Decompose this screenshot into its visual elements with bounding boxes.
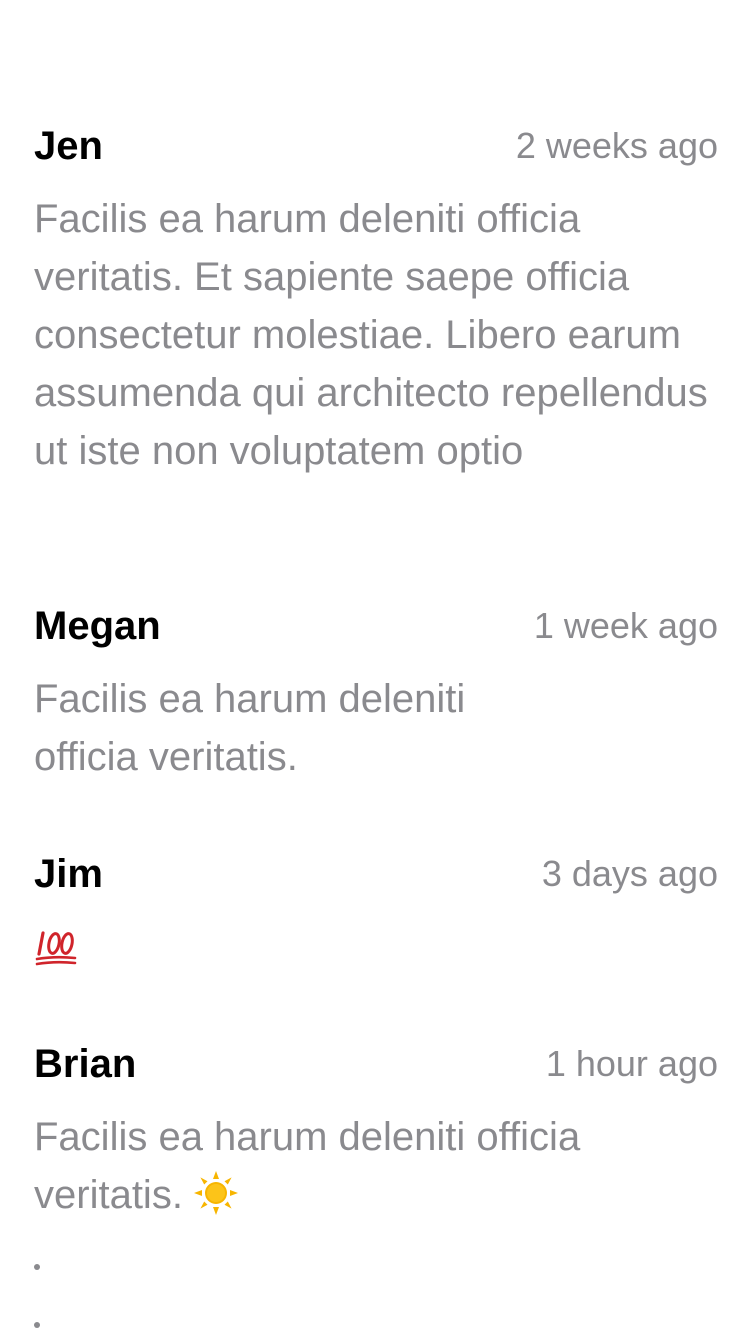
ellipsis-dot	[34, 1322, 40, 1328]
hundred-points-icon	[35, 931, 77, 966]
comment-text: Facilis ea harum deleniti officia verita…	[34, 197, 719, 473]
comment-header: Megan 1 week ago	[34, 598, 718, 654]
comment-timestamp: 1 week ago	[533, 605, 718, 646]
comment-feed: Jen 2 weeks ago Facilis ea harum delenit…	[0, 0, 750, 1334]
comment-timestamp: 2 weeks ago	[515, 125, 718, 166]
comment-timestamp: 3 days ago	[541, 853, 718, 894]
comment-author[interactable]: Megan	[34, 598, 161, 654]
comment-item: Megan 1 week ago Facilis ea harum deleni…	[34, 598, 718, 786]
comment-author[interactable]: Jen	[34, 118, 103, 174]
comment-item: Jim 3 days ago	[34, 846, 718, 968]
comment-header: Jen 2 weeks ago	[34, 118, 718, 174]
comment-text: Facilis ea harum deleniti officia verita…	[34, 1108, 718, 1224]
comment-author[interactable]: Jim	[34, 846, 103, 902]
comment-author[interactable]: Brian	[34, 1036, 136, 1092]
comment-item: Jen 2 weeks ago Facilis ea harum delenit…	[34, 118, 718, 480]
sun-icon	[193, 1171, 238, 1215]
comment-timestamp: 1 hour ago	[545, 1043, 718, 1084]
comment-header: Jim 3 days ago	[34, 846, 718, 902]
comment-text: Facilis ea harum deleniti officia verita…	[34, 677, 477, 779]
comment-text-content: Facilis ea harum deleniti officia verita…	[34, 1115, 592, 1217]
ellipsis-dot	[34, 1264, 40, 1270]
comment-item: Brian 1 hour ago Facilis ea harum deleni…	[34, 1036, 718, 1224]
comment-header: Brian 1 hour ago	[34, 1036, 718, 1092]
